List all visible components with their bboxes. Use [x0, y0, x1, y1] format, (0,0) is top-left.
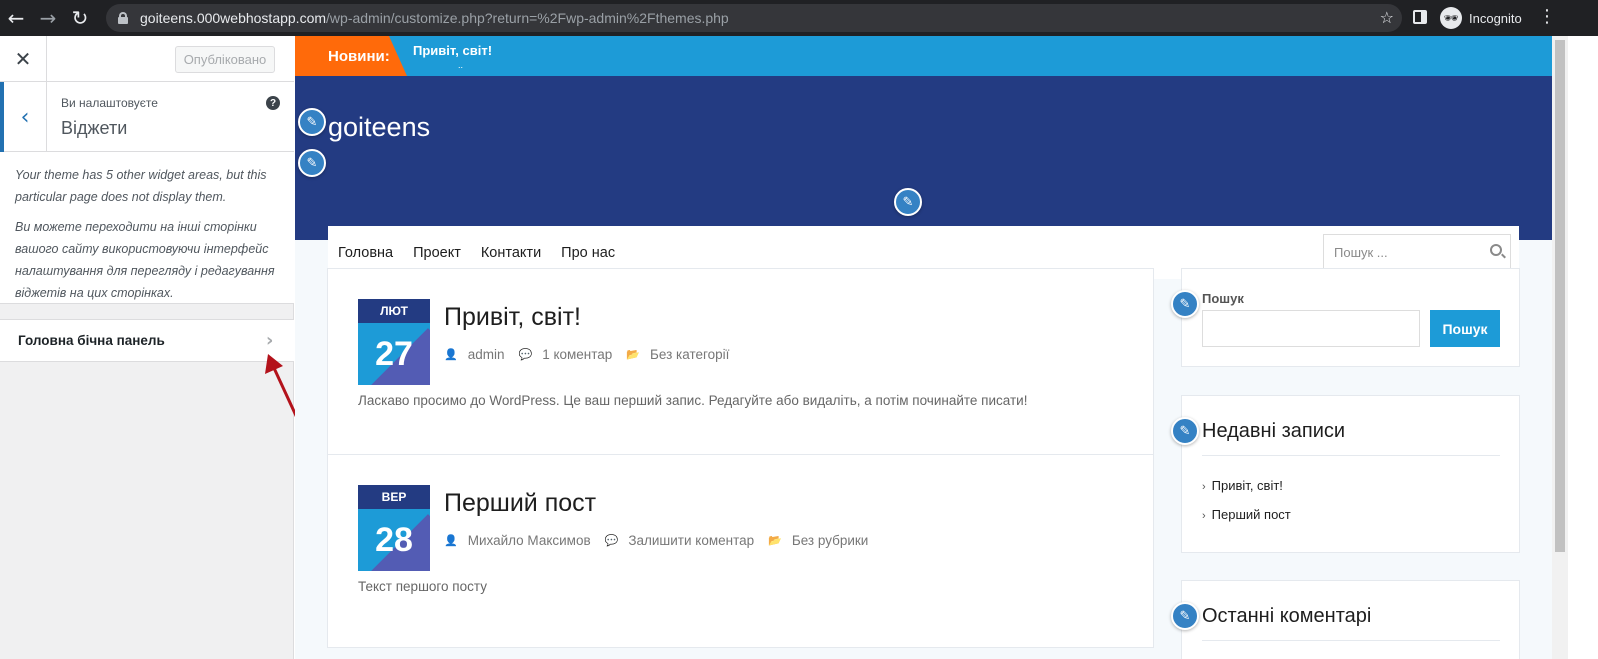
menu-item-project[interactable]: Проект	[413, 245, 461, 261]
search-widget-label: Пошук	[1202, 291, 1244, 306]
post-author[interactable]: Михайло Максимов	[468, 533, 591, 548]
widget-area-label: Головна бічна панель	[18, 333, 165, 348]
post-month: ВЕР	[358, 485, 430, 509]
customizer-panel: ✕ Опубліковано ‹ Ви налаштовуєте Віджети…	[0, 36, 294, 659]
folder-icon: 📂	[626, 348, 641, 361]
back-chevron-icon[interactable]: ‹	[0, 82, 47, 152]
section-title: Віджети	[61, 118, 128, 138]
incognito-label: Incognito	[1469, 10, 1522, 26]
post-date-badge: ВЕР 28	[358, 485, 430, 571]
scrollbar-thumb[interactable]	[1555, 40, 1565, 552]
search-widget-button[interactable]: Пошук	[1430, 310, 1500, 347]
edit-shortcut-pencil-icon[interactable]: ✎	[1171, 602, 1199, 630]
widget-divider	[1202, 455, 1500, 456]
description-text-2: Ви можете переходити на інші сторінки ва…	[15, 220, 275, 300]
bookmark-star-icon[interactable]: ☆	[1380, 8, 1394, 27]
post-day: 27	[358, 323, 430, 385]
news-label: Новини:	[295, 36, 407, 76]
widget-divider	[1202, 640, 1500, 641]
post-excerpt: Текст першого посту	[358, 579, 487, 594]
section-description: Your theme has 5 other widget areas, but…	[0, 152, 294, 304]
post-item: ЛЮТ 27 Привіт, світ! 👤 admin 💬 1 коментар …	[328, 269, 1153, 455]
angle-right-icon: ›	[1202, 510, 1206, 522]
site-header: goiteens Головна Проект Контакти Про нас…	[295, 76, 1552, 279]
site-title[interactable]: goiteens	[328, 112, 430, 143]
news-item-link[interactable]: Привіт, світ!	[413, 43, 492, 58]
post-day: 28	[358, 509, 430, 571]
post-day-number: 27	[375, 334, 413, 373]
section-subtitle: Ви налаштовуєте	[61, 96, 158, 110]
publish-button[interactable]: Опубліковано	[175, 46, 275, 73]
post-comments[interactable]: Залишити коментар	[628, 533, 754, 548]
recent-post-item[interactable]: › Привіт, світ!	[1202, 478, 1291, 493]
post-category[interactable]: Без категорії	[650, 347, 729, 362]
post-date-badge: ЛЮТ 27	[358, 299, 430, 385]
forward-arrow-icon[interactable]: →	[32, 0, 64, 36]
site-preview: Новини: Привіт, світ! .. goiteens Головн…	[295, 36, 1552, 659]
incognito-icon: 🕶	[1440, 7, 1462, 29]
news-ticker: Новини: Привіт, світ! ..	[295, 36, 1552, 76]
comment-icon: 💬	[518, 348, 533, 361]
recent-comments-widget: Останні коментарі	[1181, 580, 1520, 659]
browser-toolbar: ← → ↻ goiteens.000webhostapp.com/wp-admi…	[0, 0, 1598, 36]
close-icon[interactable]: ✕	[0, 36, 47, 82]
edit-shortcut-pencil-icon[interactable]: ✎	[298, 149, 326, 177]
customizer-header: ✕ Опубліковано	[0, 36, 294, 82]
comment-icon: 💬	[604, 534, 619, 547]
preview-scrollbar[interactable]	[1552, 36, 1568, 659]
url-host: goiteens.000webhostapp.com	[140, 10, 327, 26]
angle-right-icon: ›	[1202, 481, 1206, 493]
reload-icon[interactable]: ↻	[64, 0, 96, 36]
search-widget-input[interactable]	[1202, 310, 1420, 347]
recent-posts-widget: Недавні записи › Привіт, світ! › Перший по…	[1181, 395, 1520, 553]
address-bar[interactable]: goiteens.000webhostapp.com/wp-admin/cust…	[106, 4, 1402, 32]
url-path: /wp-admin/customize.php?return=%2Fwp-adm…	[326, 10, 729, 26]
user-icon: 👤	[444, 534, 458, 547]
section-header: ‹ Ви налаштовуєте Віджети ?	[0, 82, 294, 152]
post-category[interactable]: Без рубрики	[792, 533, 869, 548]
recent-comments-title: Останні коментарі	[1202, 605, 1372, 627]
browser-menu-icon[interactable]: ⋮	[1538, 6, 1556, 27]
user-icon: 👤	[444, 348, 458, 361]
post-month: ЛЮТ	[358, 299, 430, 323]
lock-icon	[118, 12, 128, 24]
post-day-number: 28	[375, 520, 413, 559]
menu-item-contacts[interactable]: Контакти	[481, 245, 541, 261]
posts-list: ЛЮТ 27 Привіт, світ! 👤 admin 💬 1 коментар …	[327, 268, 1154, 648]
post-comments[interactable]: 1 коментар	[542, 347, 612, 362]
edit-shortcut-pencil-icon[interactable]: ✎	[298, 108, 326, 136]
edit-shortcut-pencil-icon[interactable]: ✎	[1171, 290, 1199, 318]
header-search-input[interactable]: Пошук ...	[1323, 234, 1511, 270]
recent-posts-list: › Привіт, світ! › Перший пост	[1202, 478, 1291, 536]
post-title[interactable]: Перший пост	[444, 489, 596, 518]
post-author[interactable]: admin	[468, 347, 505, 362]
back-arrow-icon[interactable]: ←	[0, 0, 32, 36]
side-panel-icon[interactable]	[1413, 10, 1427, 24]
search-icon[interactable]	[1490, 244, 1502, 256]
description-text-1: Your theme has 5 other widget areas, but…	[15, 168, 267, 204]
chevron-right-icon: ›	[266, 330, 274, 351]
folder-icon: 📂	[768, 534, 782, 547]
recent-post-link[interactable]: Привіт, світ!	[1212, 478, 1283, 493]
incognito-indicator[interactable]: 🕶 Incognito	[1440, 7, 1522, 29]
widget-area-main-sidebar[interactable]: Головна бічна панель ›	[0, 319, 294, 362]
search-widget: Пошук Пошук	[1181, 268, 1520, 367]
recent-posts-title: Недавні записи	[1202, 420, 1346, 442]
news-dots: ..	[458, 60, 464, 70]
edit-shortcut-pencil-icon[interactable]: ✎	[894, 188, 922, 216]
post-meta: 👤 Михайло Максимов 💬 Залишити коментар 📂 Бе…	[444, 533, 882, 548]
post-excerpt: Ласкаво просимо до WordPress. Це ваш пер…	[358, 393, 1028, 408]
help-icon[interactable]: ?	[266, 96, 280, 110]
edit-shortcut-pencil-icon[interactable]: ✎	[1171, 417, 1199, 445]
search-placeholder: Пошук ...	[1334, 244, 1388, 260]
post-item: ВЕР 28 Перший пост 👤 Михайло Максимов 💬 За…	[328, 455, 1153, 641]
recent-post-item[interactable]: › Перший пост	[1202, 507, 1291, 522]
post-title[interactable]: Привіт, світ!	[444, 303, 581, 332]
recent-post-link[interactable]: Перший пост	[1212, 507, 1291, 522]
menu-item-home[interactable]: Головна	[338, 245, 393, 261]
post-meta: 👤 admin 💬 1 коментар 📂 Без категорії	[444, 347, 743, 362]
menu-item-about[interactable]: Про нас	[561, 245, 615, 261]
